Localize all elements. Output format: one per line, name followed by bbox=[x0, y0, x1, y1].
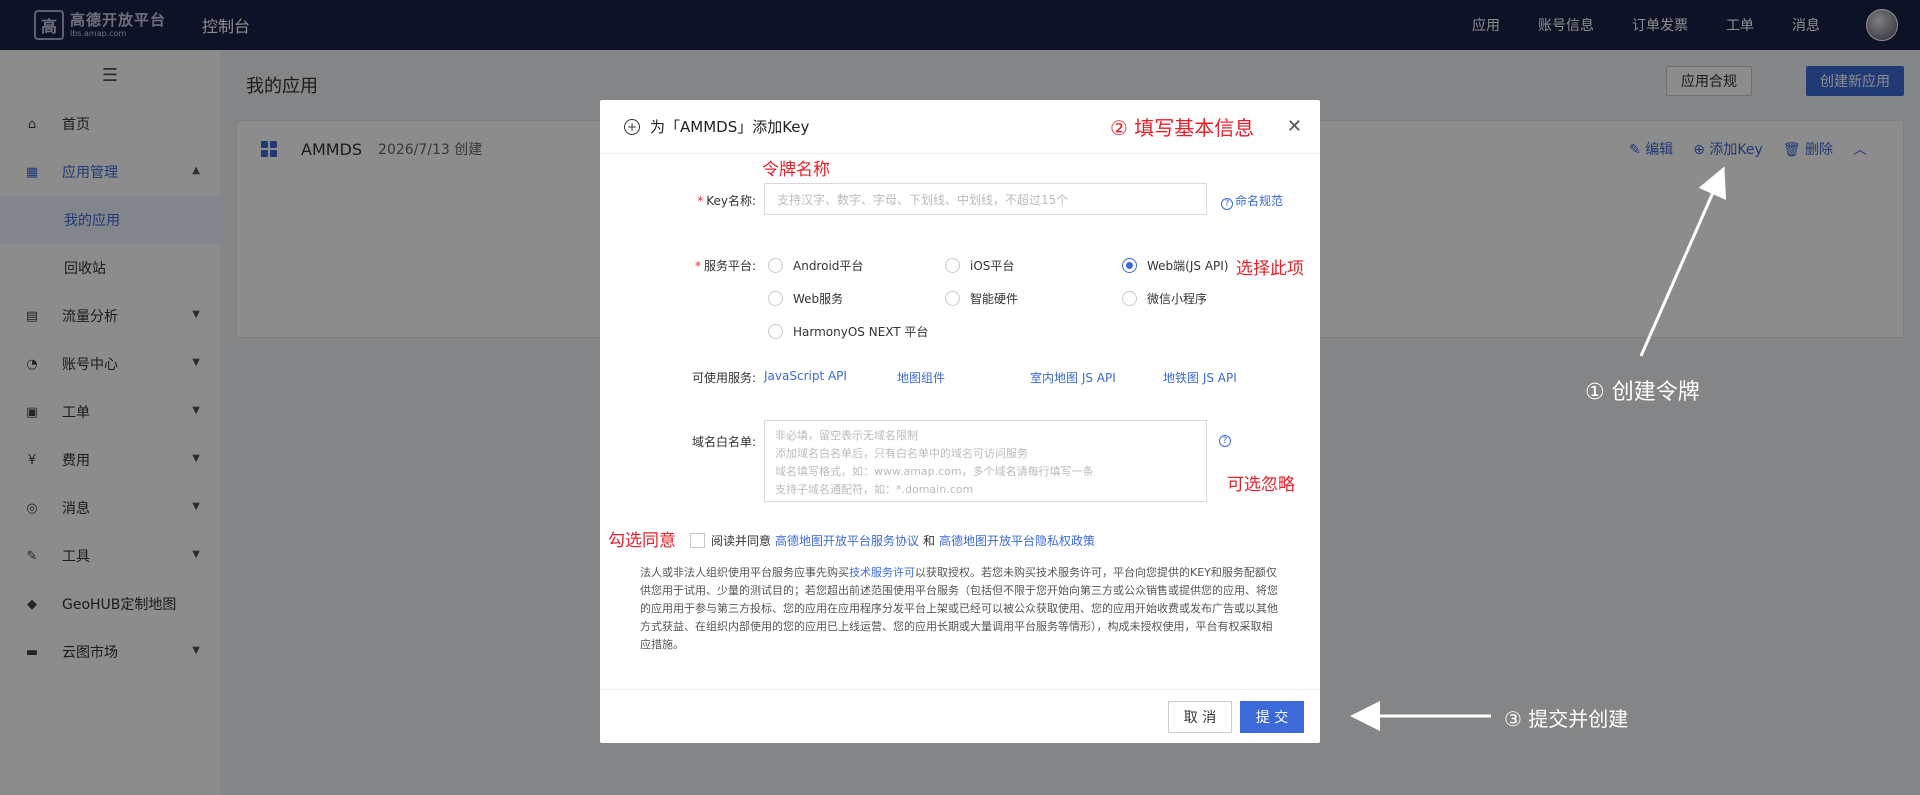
submit-button[interactable]: 提 交 bbox=[1240, 701, 1304, 733]
help-icon: ? bbox=[1221, 198, 1233, 210]
service-javascript-api[interactable]: JavaScript API bbox=[764, 369, 847, 383]
radio-web-service[interactable]: Web服务 bbox=[768, 290, 843, 307]
legal-notice: 法人或非法人组织使用平台服务应事先购买技术服务许可以获取授权。若您未购买技术服务… bbox=[640, 566, 1278, 651]
radio-ios[interactable]: iOS平台 bbox=[945, 257, 1014, 274]
service-indoor-map[interactable]: 室内地图 JS API bbox=[1030, 369, 1116, 386]
annotation-create-token: ① 创建令牌 bbox=[1585, 380, 1700, 405]
dialog-title: 为「AMMDS」添加Key bbox=[650, 118, 810, 136]
domain-whitelist-textarea[interactable]: 非必填，留空表示无域名限制 添加域名白名单后，只有白名单中的域名可访问服务 域名… bbox=[764, 420, 1207, 502]
annotation-submit-create: ③ 提交并创建 bbox=[1504, 707, 1629, 731]
cancel-button[interactable]: 取 消 bbox=[1168, 701, 1232, 733]
naming-rule-link[interactable]: ? 命名规范 bbox=[1221, 192, 1283, 210]
annotation-optional-ignore: 可选忽略 bbox=[1227, 475, 1295, 495]
agree-text: 阅读并同意 bbox=[711, 534, 772, 548]
whitelist-label: 域名白名单: bbox=[691, 435, 756, 449]
radio-android[interactable]: Android平台 bbox=[768, 257, 863, 274]
privacy-policy-link[interactable]: 高德地图开放平台隐私权政策 bbox=[939, 532, 1095, 549]
radio-web-js-api[interactable]: Web端(JS API) bbox=[1122, 257, 1228, 274]
annotation-token-name: 令牌名称 bbox=[762, 160, 830, 180]
agree-checkbox[interactable] bbox=[690, 533, 705, 548]
key-name-input[interactable]: 支持汉字、数字、字母、下划线、中划线，不超过15个 bbox=[764, 183, 1207, 215]
service-subway-map[interactable]: 地铁图 JS API bbox=[1163, 369, 1237, 386]
close-icon[interactable]: ✕ bbox=[1287, 116, 1302, 137]
tech-license-link[interactable]: 技术服务许可 bbox=[849, 566, 915, 579]
agree-and-text: 和 bbox=[923, 534, 936, 548]
annotation-check-agree: 勾选同意 bbox=[608, 531, 676, 551]
annotation-fill-info: ② 填写基本信息 bbox=[1110, 116, 1255, 140]
dialog-footer: 取 消 提 交 bbox=[600, 689, 1320, 743]
agreement-row: 阅读并同意 高德地图开放平台服务协议 和 高德地图开放平台隐私权政策 bbox=[690, 532, 1099, 549]
annotation-select-this: 选择此项 bbox=[1236, 259, 1304, 279]
services-label: 可使用服务: bbox=[691, 371, 756, 385]
service-map-component[interactable]: 地图组件 bbox=[897, 369, 945, 386]
add-circle-icon: + bbox=[624, 118, 640, 135]
service-agreement-link[interactable]: 高德地图开放平台服务协议 bbox=[775, 532, 919, 549]
radio-wechat-miniprogram[interactable]: 微信小程序 bbox=[1122, 290, 1207, 307]
add-key-dialog: + 为「AMMDS」添加Key ✕ * Key名称: 支持汉字、数字、字母、下划线… bbox=[600, 100, 1320, 743]
key-name-label: * Key名称: bbox=[697, 194, 756, 208]
radio-harmonyos[interactable]: HarmonyOS NEXT 平台 bbox=[768, 323, 928, 340]
whitelist-help-icon[interactable]: ? bbox=[1219, 435, 1231, 447]
radio-smart-hardware[interactable]: 智能硬件 bbox=[945, 290, 1018, 307]
platform-label: * 服务平台: bbox=[694, 259, 756, 273]
